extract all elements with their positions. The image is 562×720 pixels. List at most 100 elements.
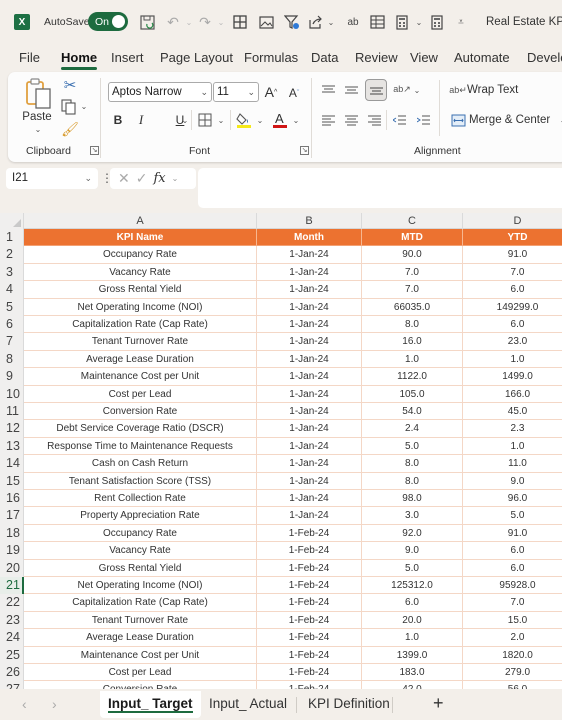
paste-label[interactable]: Paste [21,110,53,124]
cell-kpi-name[interactable]: Gross Rental Yield [24,559,257,577]
cell-ytd[interactable]: 166.0 [463,386,562,403]
cell-mtd[interactable]: 90.0 [362,246,463,264]
orientation-icon[interactable]: ab↗ [393,80,411,98]
increase-indent-icon[interactable] [416,113,430,127]
name-box[interactable]: I21 ⌄ [6,168,98,189]
cell-kpi-name[interactable]: Property Appreciation Rate [24,507,257,525]
calculator-dropdown-icon[interactable]: ⌄ [410,12,428,32]
cell-mtd[interactable]: 7.0 [362,281,463,299]
calculator-icon[interactable] [393,12,411,32]
cell-ytd[interactable]: 149299.0 [463,299,562,316]
cell-mtd[interactable]: 16.0 [362,333,463,351]
cell-ytd[interactable]: 1.0 [463,438,562,456]
row-number[interactable]: 24 [0,629,24,647]
cell-ytd[interactable]: 96.0 [463,490,562,508]
row-number[interactable]: 14 [0,455,24,473]
row-number[interactable]: 21 [0,577,24,595]
cell-kpi-name[interactable]: Occupancy Rate [24,524,257,543]
menu-home[interactable]: Home [61,50,98,70]
cell-mtd[interactable]: 125312.0 [362,577,463,595]
cancel-icon[interactable]: ✕ [118,170,130,187]
cell-kpi-name[interactable]: Cost per Lead [24,664,257,682]
row-number[interactable]: 25 [0,646,24,664]
cell-month[interactable]: 1-Jan-24 [257,368,362,386]
fill-color-dropdown-icon[interactable]: ⌄ [255,113,265,127]
row-number[interactable]: 26 [0,664,24,682]
column-header-b[interactable]: B [257,213,362,229]
bold-button[interactable]: B [111,111,125,129]
formula-input[interactable] [198,168,562,208]
cell-month[interactable]: 1-Feb-24 [257,577,362,595]
row-number[interactable]: 11 [0,403,24,421]
cell-kpi-name[interactable]: Vacancy Rate [24,263,257,282]
cell-ytd[interactable]: 6.0 [463,542,562,560]
cell-kpi-name[interactable]: Average Lease Duration [24,350,257,369]
font-color-icon[interactable]: A [271,110,289,130]
picture-icon[interactable] [257,12,275,32]
cell-ytd[interactable]: 7.0 [463,594,562,612]
cell-mtd[interactable]: 7.0 [362,263,463,282]
row-number[interactable]: 2 [0,246,24,264]
borders-dropdown-icon[interactable]: ⌄ [216,113,226,127]
header-kpi-name[interactable]: KPI Name [24,229,257,247]
cell-mtd[interactable]: 183.0 [362,664,463,682]
cell-kpi-name[interactable]: Capitalization Rate (Cap Rate) [24,594,257,612]
paste-dropdown-icon[interactable]: ⌄ [32,124,44,134]
cell-kpi-name[interactable]: Vacancy Rate [24,542,257,560]
copy-dropdown-icon[interactable]: ⌄ [80,100,88,112]
menu-data[interactable]: Data [311,50,338,65]
merge-dropdown-icon[interactable]: ⌄ [558,114,562,126]
cell-mtd[interactable]: 2.4 [362,420,463,438]
scroll-left-icon[interactable]: ‹ [22,696,27,712]
decrease-indent-icon[interactable] [392,113,406,127]
cell-mtd[interactable]: 6.0 [362,594,463,612]
font-launcher-icon[interactable]: ↘ [300,146,309,155]
align-bottom-button[interactable] [365,79,387,101]
cell-mtd[interactable]: 8.0 [362,316,463,334]
cell-month[interactable]: 1-Jan-24 [257,281,362,299]
cell-mtd[interactable]: 92.0 [362,524,463,543]
font-size-dropdown[interactable]: 11 ⌄ [213,82,259,102]
align-top-icon[interactable] [321,83,335,97]
cell-month[interactable]: 1-Jan-24 [257,403,362,421]
row-number[interactable]: 3 [0,263,24,282]
row-number[interactable]: 6 [0,316,24,334]
sheet-tab-kpi-definition[interactable]: KPI Definition [300,691,398,718]
header-mtd[interactable]: MTD [362,229,463,247]
row-number[interactable]: 4 [0,281,24,299]
row-number[interactable]: 10 [0,385,24,403]
cell-ytd[interactable]: 279.0 [463,664,562,682]
customize-icon[interactable]: ⩡ [452,12,470,32]
increase-font-size-icon[interactable]: A ^ [262,82,280,102]
cell-ytd[interactable]: 6.0 [463,281,562,299]
cell-ytd[interactable]: 5.0 [463,507,562,525]
cell-ytd[interactable]: 1499.0 [463,368,562,386]
cell-mtd[interactable]: 1399.0 [362,646,463,664]
menu-automate[interactable]: Automate [454,50,510,65]
select-all-button[interactable] [0,213,24,229]
sheet-tab-input-actual[interactable]: Input_ Actual [201,691,295,718]
cell-kpi-name[interactable]: Response Time to Maintenance Requests [24,437,257,456]
cell-ytd[interactable]: 45.0 [463,403,562,421]
cell-mtd[interactable]: 1.0 [362,350,463,369]
row-number[interactable]: 20 [0,559,24,577]
cell-kpi-name[interactable]: Cash on Cash Return [24,455,257,473]
row-number[interactable]: 15 [0,472,24,490]
cell-kpi-name[interactable]: Occupancy Rate [24,246,257,264]
cell-mtd[interactable]: 66035.0 [362,298,463,316]
align-right-icon[interactable] [367,113,381,127]
italic-button[interactable]: I [134,111,148,129]
cell-mtd[interactable]: 105.0 [362,385,463,403]
align-center-icon[interactable] [344,113,358,127]
cell-month[interactable]: 1-Feb-24 [257,646,362,664]
align-middle-icon[interactable] [344,83,358,97]
cell-kpi-name[interactable]: Debt Service Coverage Ratio (DSCR) [24,420,257,438]
cell-month[interactable]: 1-Jan-24 [257,455,362,473]
filter-icon[interactable] [283,12,301,32]
cell-month[interactable]: 1-Feb-24 [257,559,362,577]
row-number[interactable]: 1 [0,229,24,247]
cell-ytd[interactable]: 11.0 [463,455,562,473]
cell-kpi-name[interactable]: Maintenance Cost per Unit [24,646,257,664]
cell-ytd[interactable]: 2.3 [463,420,562,438]
cell-month[interactable]: 1-Jan-24 [257,490,362,508]
